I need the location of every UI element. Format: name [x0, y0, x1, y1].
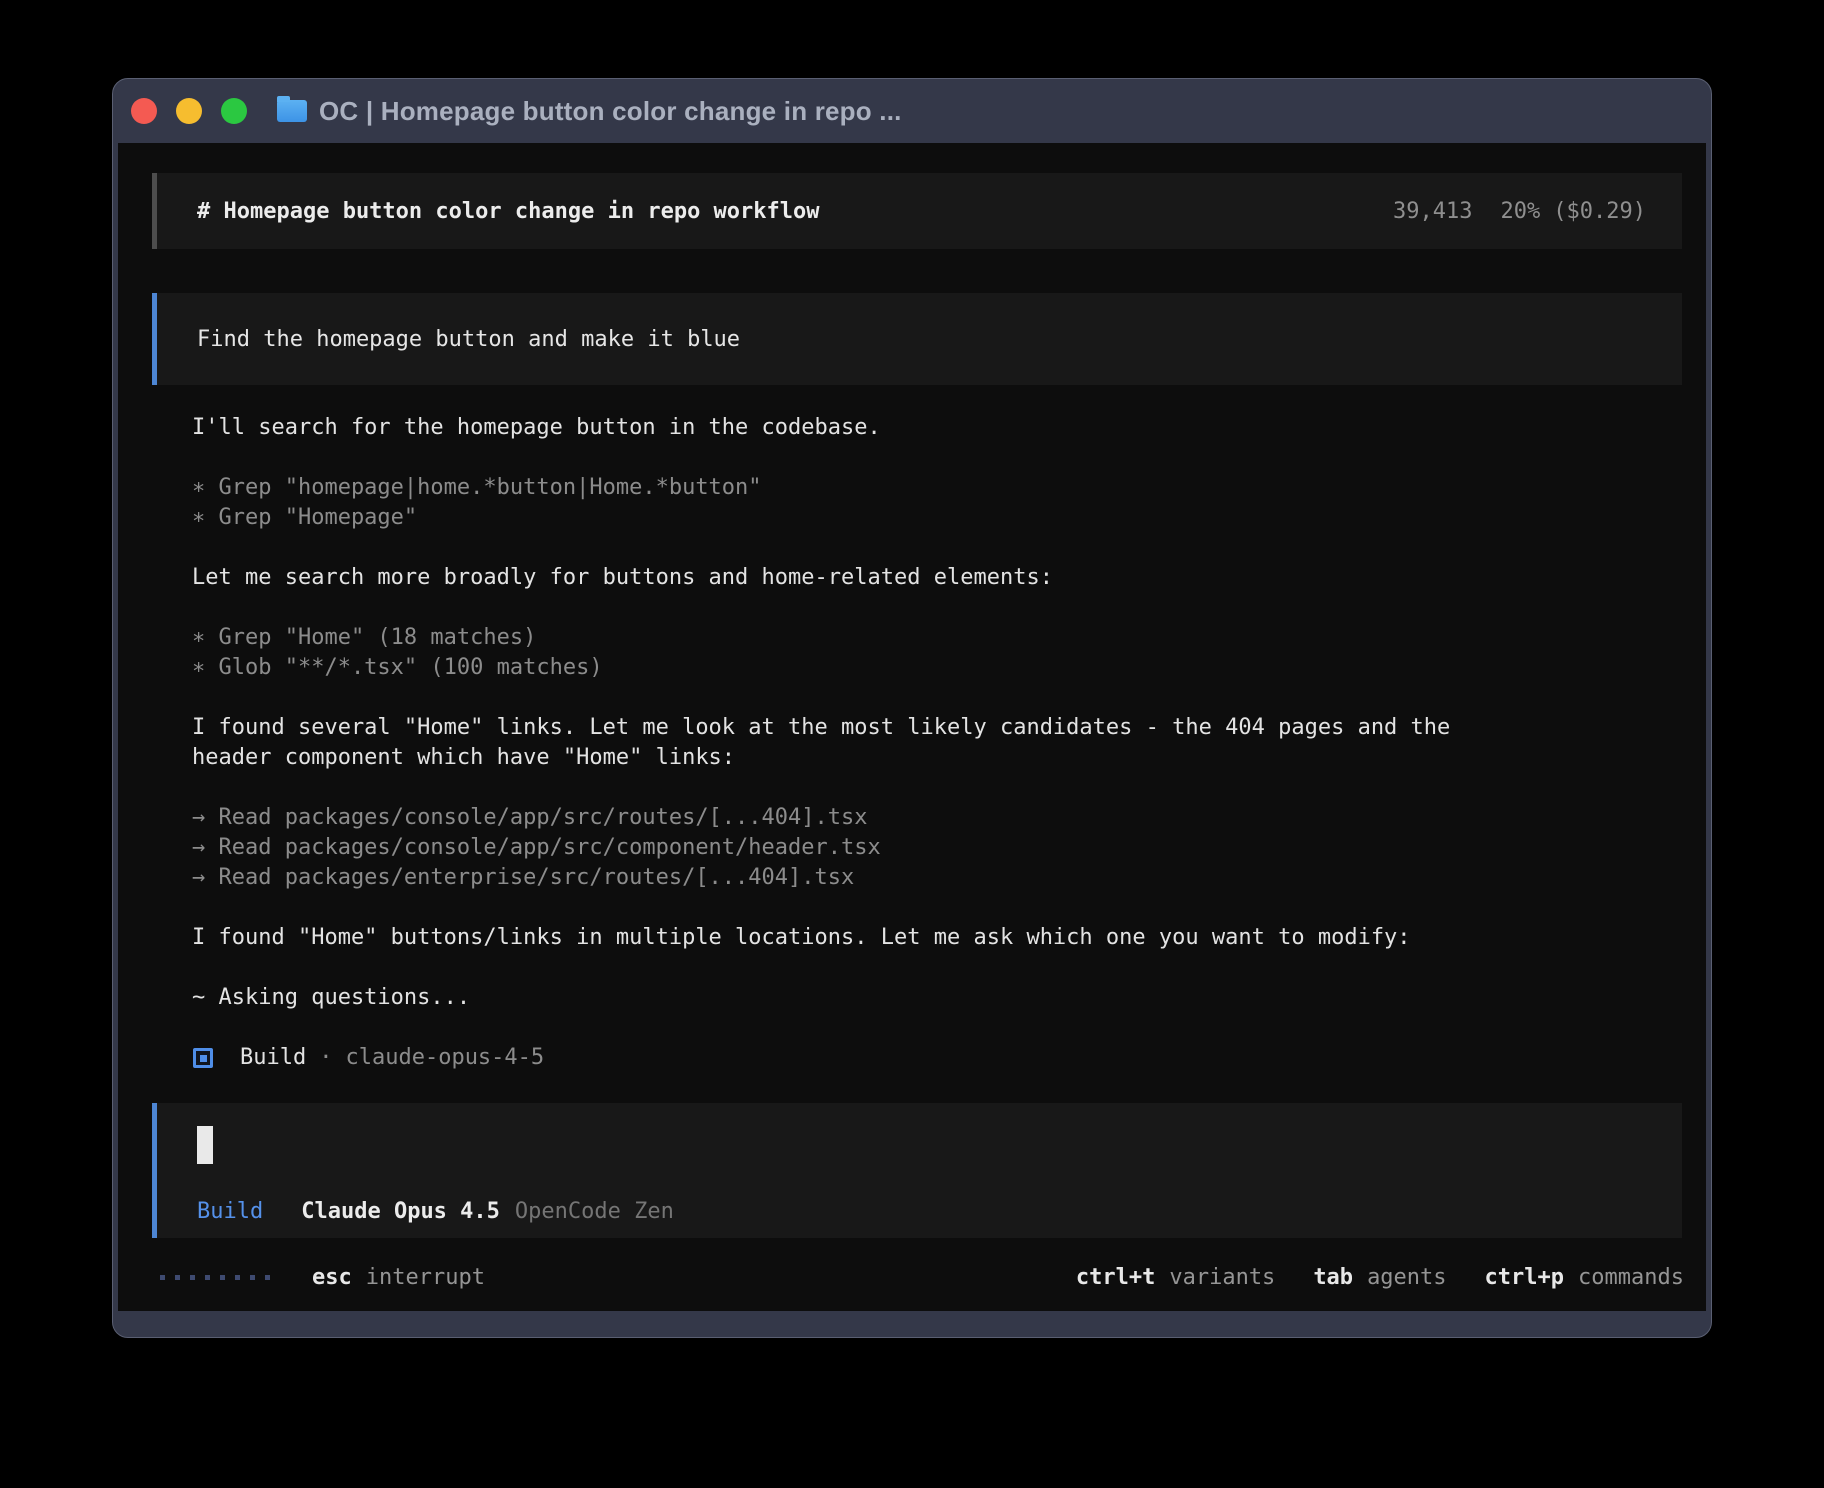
- hint-key: tab: [1313, 1265, 1353, 1290]
- activity-dot: [250, 1275, 255, 1280]
- separator-dot: ·: [319, 1043, 332, 1073]
- tool-call-line: → Read packages/console/app/src/routes/[…: [192, 803, 1692, 833]
- activity-dot: [220, 1275, 225, 1280]
- token-count: 39,413: [1393, 199, 1472, 224]
- assistant-text-line: I'll search for the homepage button in t…: [192, 413, 1692, 443]
- session-title: # Homepage button color change in repo w…: [197, 199, 820, 224]
- transcript-blank-line: [192, 593, 1692, 623]
- assistant-text-line: I found several "Home" links. Let me loo…: [192, 713, 1692, 743]
- context-usage: 20%: [1501, 199, 1541, 224]
- prompt-status-line: Build Claude Opus 4.5 OpenCode Zen: [197, 1199, 674, 1224]
- activity-dot: [235, 1275, 240, 1280]
- activity-dot: [265, 1275, 270, 1280]
- hint-label: interrupt: [366, 1265, 485, 1290]
- hint-key: esc: [312, 1265, 352, 1290]
- assistant-text-line: I found "Home" buttons/links in multiple…: [192, 923, 1692, 953]
- text-cursor: [197, 1126, 213, 1164]
- agent-task-name: Build: [240, 1043, 306, 1073]
- tool-call-line: ∗ Glob "**/*.tsx" (100 matches): [192, 653, 1692, 683]
- user-message: Find the homepage button and make it blu…: [152, 293, 1682, 385]
- minimize-button[interactable]: [176, 98, 202, 124]
- assistant-text-line: ~ Asking questions...: [192, 983, 1692, 1013]
- hint-label: variants: [1169, 1265, 1275, 1290]
- tool-call-line: ∗ Grep "Home" (18 matches): [192, 623, 1692, 653]
- assistant-transcript: I'll search for the homepage button in t…: [192, 413, 1692, 1073]
- zoom-button[interactable]: [221, 98, 247, 124]
- model-name[interactable]: Claude Opus 4.5: [301, 1199, 500, 1224]
- footer-right: ctrl+t variants tab agents ctrl+p commands: [1076, 1265, 1684, 1290]
- provider-name: OpenCode Zen: [515, 1199, 674, 1224]
- activity-dot: [205, 1275, 210, 1280]
- prompt-input[interactable]: Build Claude Opus 4.5 OpenCode Zen: [152, 1103, 1682, 1238]
- window-titlebar[interactable]: OC | Homepage button color change in rep…: [113, 79, 1711, 143]
- window-title: OC | Homepage button color change in rep…: [319, 96, 902, 127]
- traffic-lights: [131, 98, 247, 124]
- transcript-blank-line: [192, 683, 1692, 713]
- user-message-text: Find the homepage button and make it blu…: [197, 327, 740, 352]
- transcript-blank-line: [192, 533, 1692, 563]
- activity-dots: [160, 1275, 270, 1280]
- assistant-text-line: Let me search more broadly for buttons a…: [192, 563, 1692, 593]
- tool-call-line: ∗ Grep "homepage|home.*button|Home.*butt…: [192, 473, 1692, 503]
- session-header: # Homepage button color change in repo w…: [152, 173, 1682, 249]
- activity-dot: [190, 1275, 195, 1280]
- keyboard-hint-agents: tab agents: [1313, 1265, 1446, 1290]
- keyboard-hint-interrupt: esc interrupt: [312, 1265, 485, 1290]
- close-button[interactable]: [131, 98, 157, 124]
- footer-bar: escinterrupt ctrl+tvariantstabagentsctrl…: [160, 1260, 1684, 1294]
- folder-icon: [277, 100, 307, 122]
- terminal-content: # Homepage button color change in repo w…: [118, 143, 1706, 1311]
- assistant-text-line: header component which have "Home" links…: [192, 743, 1692, 773]
- hint-key: ctrl+t: [1076, 1265, 1155, 1290]
- agent-task-model: claude-opus-4-5: [345, 1043, 544, 1073]
- terminal-window: OC | Homepage button color change in rep…: [112, 78, 1712, 1338]
- desktop-background: OC | Homepage button color change in rep…: [0, 0, 1824, 1488]
- keyboard-hint-commands: ctrl+p commands: [1485, 1265, 1684, 1290]
- transcript-blank-line: [192, 953, 1692, 983]
- tool-call-line: ∗ Grep "Homepage": [192, 503, 1692, 533]
- tool-call-line: → Read packages/console/app/src/componen…: [192, 833, 1692, 863]
- transcript-blank-line: [192, 443, 1692, 473]
- session-cost: ($0.29): [1553, 199, 1646, 224]
- tool-call-line: → Read packages/enterprise/src/routes/[.…: [192, 863, 1692, 893]
- transcript-blank-line: [192, 893, 1692, 923]
- session-metrics: 39,413 20% ($0.29): [1261, 174, 1646, 249]
- footer-left: esc interrupt: [160, 1265, 485, 1290]
- transcript-blank-line: [192, 1013, 1692, 1043]
- activity-dot: [175, 1275, 180, 1280]
- activity-dot: [160, 1275, 165, 1280]
- agent-badge-icon: [193, 1048, 213, 1068]
- hint-label: commands: [1578, 1265, 1684, 1290]
- hint-label: agents: [1367, 1265, 1446, 1290]
- keyboard-hint-variants: ctrl+t variants: [1076, 1265, 1275, 1290]
- agent-name[interactable]: Build: [197, 1199, 263, 1224]
- transcript-blank-line: [192, 773, 1692, 803]
- agent-task-line: Build · claude-opus-4-5: [192, 1043, 1692, 1073]
- hint-key: ctrl+p: [1485, 1265, 1564, 1290]
